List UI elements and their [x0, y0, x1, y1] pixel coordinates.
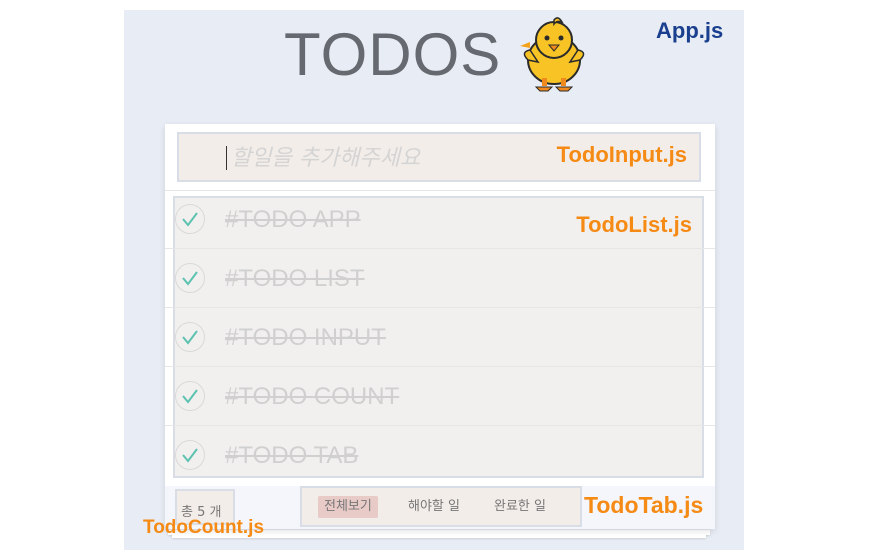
- tab-all[interactable]: 전체보기: [318, 496, 378, 518]
- row-divider: [165, 307, 715, 308]
- check-icon: [182, 448, 198, 463]
- divider: [165, 190, 715, 191]
- toggle-checkbox[interactable]: [175, 263, 205, 293]
- todo-item: #TODO TAB: [175, 434, 706, 493]
- todo-label: #TODO INPUT: [225, 324, 386, 351]
- check-icon: [182, 389, 198, 404]
- check-icon: [182, 330, 198, 345]
- toggle-checkbox[interactable]: [175, 322, 205, 352]
- row-divider: [165, 425, 715, 426]
- todo-input-file-label: TodoInput.js: [556, 142, 687, 167]
- baby-chick-icon: [518, 16, 590, 92]
- todo-label: #TODO TAB: [225, 442, 359, 469]
- todo-tab-file-label: TodoTab.js: [584, 492, 704, 518]
- text-cursor: [226, 146, 227, 170]
- tab-active[interactable]: 해야할 일: [402, 496, 466, 518]
- tab-completed[interactable]: 완료한 일: [488, 496, 552, 518]
- todo-count-file-label: TodoCount.js: [143, 517, 265, 538]
- todo-label: #TODO COUNT: [225, 383, 400, 410]
- todo-list-file-label: TodoList.js: [576, 212, 692, 237]
- todo-label: #TODO APP: [225, 206, 361, 233]
- app-file-label: App.js: [656, 18, 724, 43]
- todo-list-section: TodoList.js #TODO APP #TODO LIST #TODO I…: [173, 196, 704, 478]
- row-divider: [165, 248, 715, 249]
- row-divider: [165, 366, 715, 367]
- new-todo-input[interactable]: [229, 140, 533, 176]
- toggle-checkbox[interactable]: [175, 440, 205, 470]
- todo-input-section: TodoInput.js: [177, 132, 701, 182]
- todo-tab-section: 전체보기 해야할 일 완료한 일: [300, 486, 582, 527]
- app-title: TODOS: [284, 21, 502, 88]
- check-icon: [182, 271, 198, 286]
- toggle-checkbox[interactable]: [175, 204, 205, 234]
- todo-app-card: TodoInput.js TodoList.js #TODO APP #TODO…: [165, 124, 715, 529]
- todo-label: #TODO LIST: [225, 265, 365, 292]
- check-icon: [182, 212, 198, 227]
- toggle-checkbox[interactable]: [175, 381, 205, 411]
